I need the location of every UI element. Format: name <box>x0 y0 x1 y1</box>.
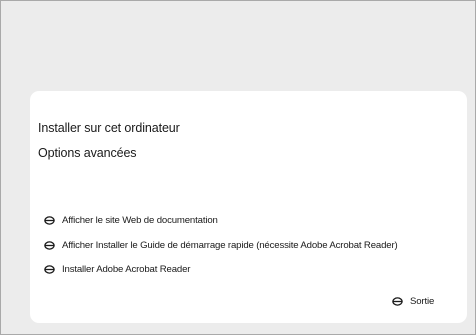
exit-link[interactable]: Sortie <box>392 296 434 307</box>
view-documentation-site-link[interactable]: Afficher le site Web de documentation <box>44 215 218 226</box>
exit-label: Sortie <box>410 296 435 307</box>
bullet-icon <box>44 264 55 275</box>
view-quick-start-guide-link[interactable]: Afficher Installer le Guide de démarrage… <box>44 240 398 251</box>
advanced-options-option[interactable]: Options avancées <box>38 146 137 160</box>
install-acrobat-reader-label: Installer Adobe Acrobat Reader <box>62 264 191 275</box>
install-on-computer-option[interactable]: Installer sur cet ordinateur <box>38 121 180 135</box>
bullet-icon <box>44 215 55 226</box>
bullet-icon <box>392 296 403 307</box>
options-panel: Installer sur cet ordinateur Options ava… <box>30 91 467 323</box>
bullet-icon <box>44 240 55 251</box>
view-documentation-site-label: Afficher le site Web de documentation <box>62 215 218 226</box>
install-acrobat-reader-link[interactable]: Installer Adobe Acrobat Reader <box>44 264 190 275</box>
view-quick-start-guide-label: Afficher Installer le Guide de démarrage… <box>62 240 398 251</box>
installer-window: Installer sur cet ordinateur Options ava… <box>0 0 476 335</box>
